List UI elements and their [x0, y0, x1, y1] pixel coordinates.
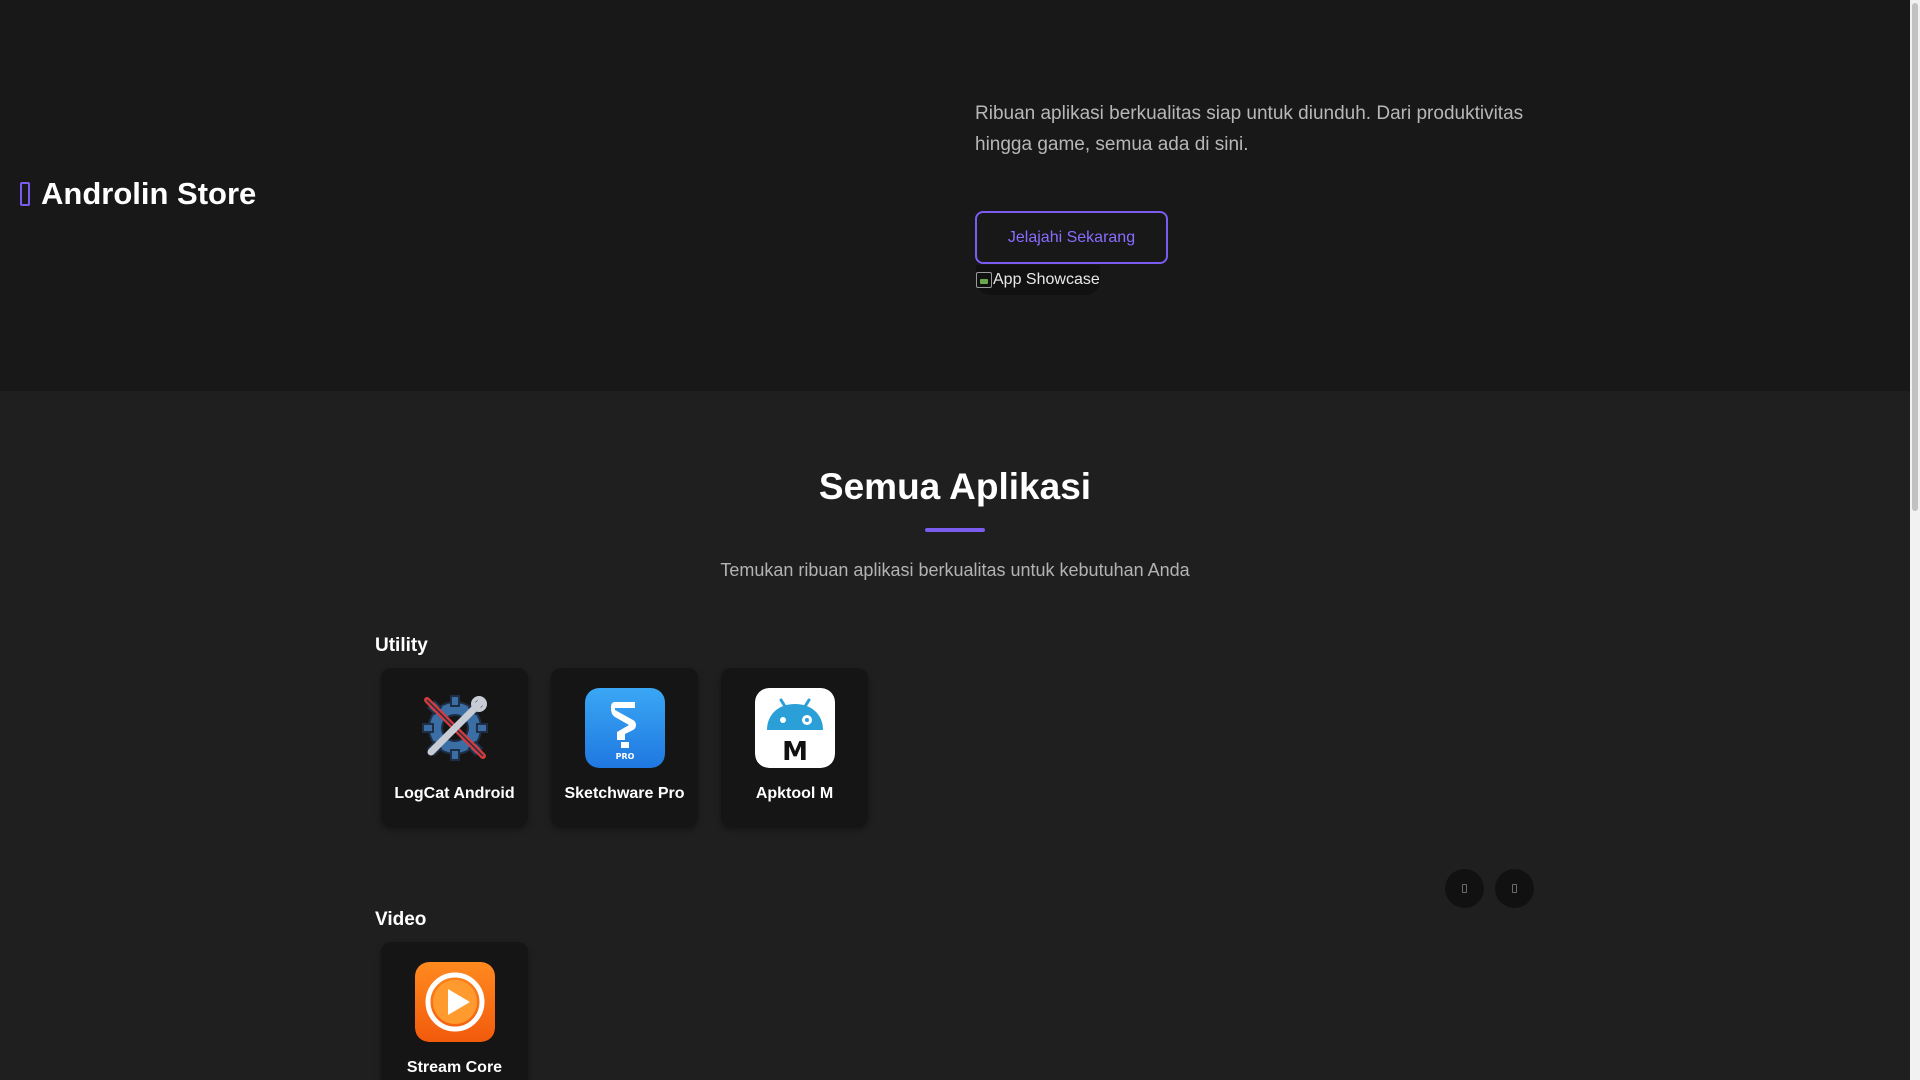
carousel-prev-button[interactable]	[1445, 869, 1484, 908]
page-scrollbar[interactable]	[1910, 0, 1920, 1080]
store-icon	[20, 182, 30, 206]
category-title-utility: Utility	[375, 635, 428, 656]
apktool-m-badge: M	[782, 737, 808, 767]
app-card-sketchware-pro[interactable]: PRO Sketchware Pro	[551, 668, 698, 826]
carousel-next-button[interactable]	[1495, 869, 1534, 908]
app-showcase-alt-text: App Showcase	[993, 271, 1100, 288]
broken-image-icon	[976, 272, 992, 288]
app-name: LogCat Android	[394, 785, 515, 802]
app-card-logcat-android[interactable]: LogCat Android	[381, 668, 528, 826]
logcat-tools-icon	[415, 688, 495, 768]
section-title: Semua Aplikasi	[818, 466, 1092, 507]
app-showcase-image: App Showcase	[976, 265, 1100, 295]
category-title-video: Video	[375, 909, 427, 930]
app-name: Stream Core	[406, 1059, 503, 1076]
brand-name: Androlin Store	[41, 176, 257, 211]
explore-now-button[interactable]: Jelajahi Sekarang	[975, 211, 1168, 264]
hero-section: Androlin Store Ribuan aplikasi berkualit…	[0, 0, 1910, 391]
chevron-left-icon	[1462, 884, 1467, 893]
app-name: Apktool M	[755, 785, 834, 802]
title-underline	[925, 528, 985, 532]
section-subtitle: Temukan ribuan aplikasi berkualitas untu…	[720, 560, 1190, 580]
sketchware-pro-badge: PRO	[616, 752, 635, 761]
apktool-m-icon: M	[755, 688, 835, 768]
app-card-apktool-m[interactable]: M Apktool M	[721, 668, 868, 826]
stream-core-play-icon	[415, 962, 495, 1042]
sketchware-pro-icon: PRO	[585, 688, 665, 768]
brand-logo[interactable]: Androlin Store	[20, 174, 256, 214]
chevron-right-icon	[1512, 884, 1517, 893]
hero-description: Ribuan aplikasi berkualitas siap untuk d…	[975, 103, 1524, 155]
app-card-stream-core[interactable]: Stream Core	[381, 942, 528, 1080]
scrollbar-thumb[interactable]	[1912, 3, 1918, 511]
app-name: Sketchware Pro	[564, 785, 685, 802]
